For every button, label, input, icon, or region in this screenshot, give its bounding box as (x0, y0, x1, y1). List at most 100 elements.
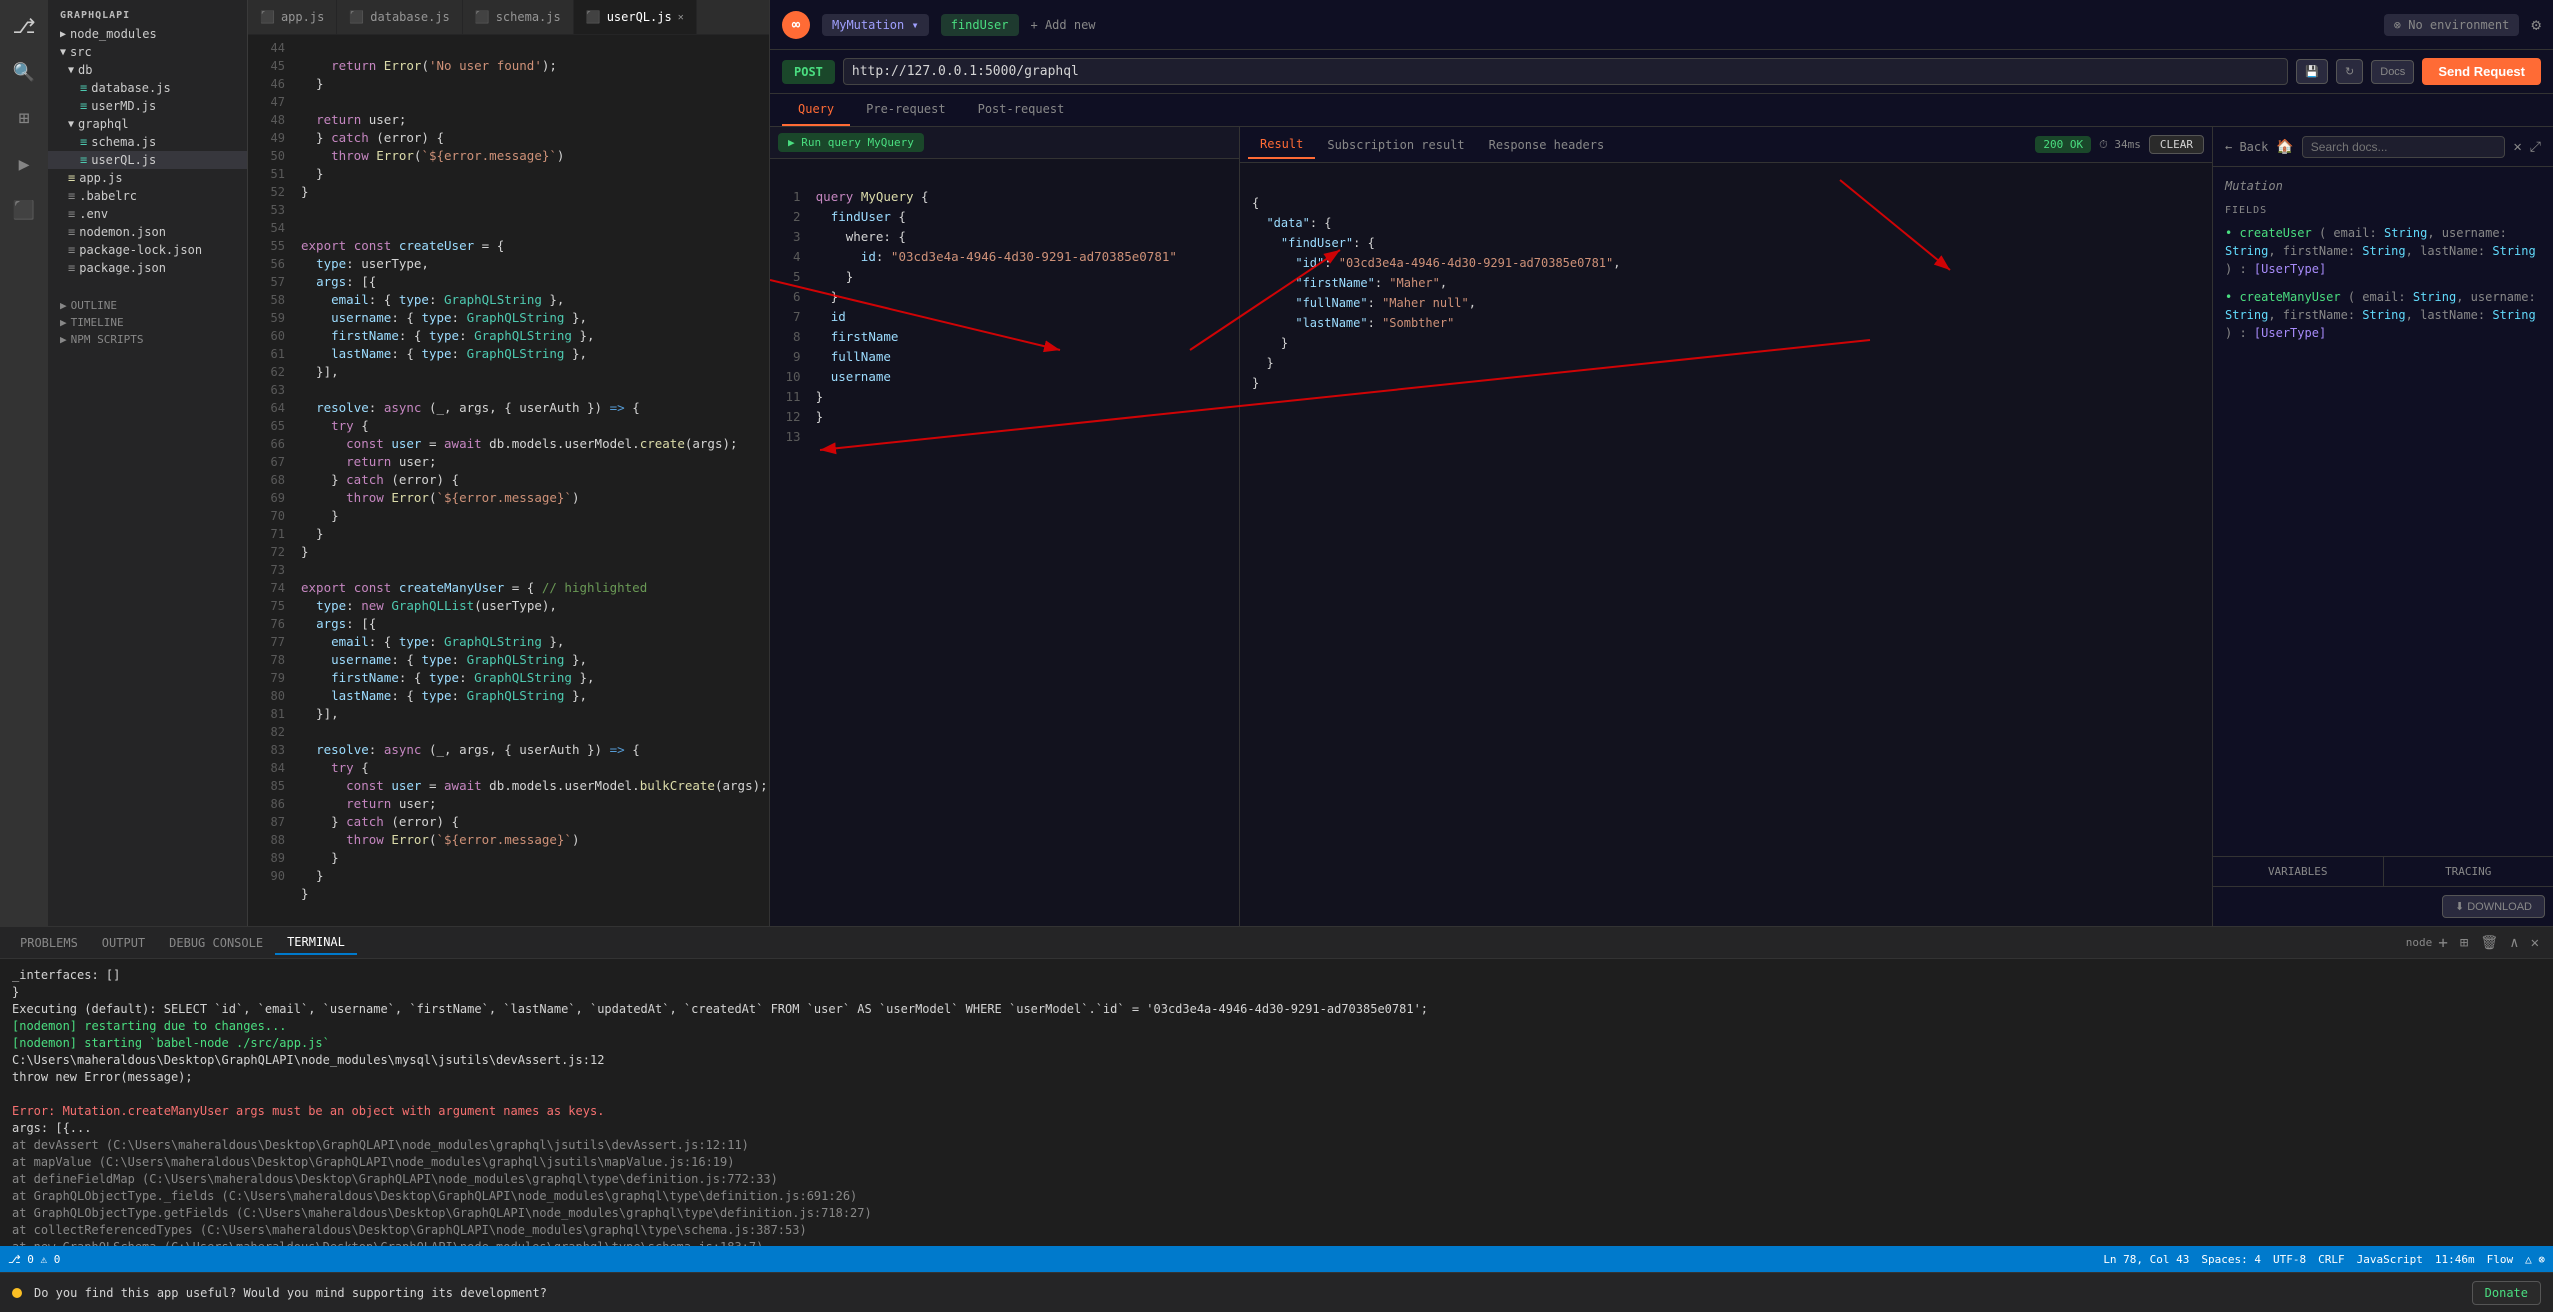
notification-dot (12, 1288, 22, 1298)
docs-panel: ← Back 🏠 ✕ ⤢ Mutation FIELDS • createUse… (2213, 127, 2553, 926)
tab-subscription[interactable]: Subscription result (1315, 132, 1476, 158)
status-language[interactable]: JavaScript (2357, 1253, 2423, 1266)
tab-output[interactable]: OUTPUT (90, 932, 157, 954)
tab-schema-js[interactable]: ⬛schema.js (463, 0, 574, 34)
request-bar: POST 💾 ↻ Docs Send Request (770, 50, 2553, 94)
method-badge[interactable]: POST (782, 60, 835, 84)
sidebar-item-database-js[interactable]: ≡ database.js (48, 79, 247, 97)
sidebar-item-node-modules[interactable]: ▶ node_modules (48, 25, 247, 43)
result-code-display: { "data": { "findUser": { "id": "03cd3e4… (1240, 163, 2212, 926)
sidebar-item-app-js[interactable]: ≡ app.js (48, 169, 247, 187)
variables-tracing-bar: VARIABLES TRACING (2213, 856, 2553, 886)
sidebar-item-userql-js[interactable]: ≡ userQL.js (48, 151, 247, 169)
sidebar-item-graphql[interactable]: ▼ graphql (48, 115, 247, 133)
download-button[interactable]: ⬇ DOWNLOAD (2442, 895, 2545, 918)
docs-button[interactable]: Docs (2371, 60, 2414, 84)
results-panel: Result Subscription result Response head… (1240, 127, 2213, 926)
tab-database-js[interactable]: ⬛database.js (337, 0, 462, 34)
tab-response-headers[interactable]: Response headers (1477, 132, 1617, 158)
code-lines[interactable]: return Error('No user found'); } return … (293, 35, 769, 926)
terminal-chevron-button[interactable]: ∧ (2504, 935, 2524, 951)
sidebar-item-babelrc[interactable]: ≡ .babelrc (48, 187, 247, 205)
terminal-node-label: node (2406, 936, 2433, 949)
query-toolbar: ▶ Run query MyQuery (770, 127, 1239, 159)
source-control-icon[interactable]: ⊞ (10, 104, 38, 132)
docs-mutation-label: Mutation (2225, 179, 2541, 193)
sidebar-section-npm[interactable]: ▶NPM SCRIPTS (48, 331, 247, 348)
terminal-line: } (12, 984, 2541, 1001)
terminal-line: at GraphQLObjectType._fields (C:\Users\m… (12, 1188, 2541, 1205)
tab-debug-console[interactable]: DEBUG CONSOLE (157, 932, 275, 954)
docs-header-bar: ← Back 🏠 ✕ ⤢ (2213, 127, 2553, 167)
terminal-split-button[interactable]: ⊞ (2454, 935, 2474, 951)
terminal-delete-button[interactable]: 🗑 (2474, 935, 2504, 951)
url-input[interactable] (843, 58, 2288, 85)
donate-button[interactable]: Donate (2472, 1281, 2541, 1305)
sidebar-item-package-json[interactable]: ≡ package.json (48, 259, 247, 277)
add-new-button[interactable]: + Add new (1031, 18, 1096, 32)
docs-search-input[interactable] (2302, 136, 2506, 158)
tab-userql-js[interactable]: ⬛userQL.js ✕ (574, 0, 697, 34)
terminal-line (12, 1086, 2541, 1103)
code-editor: ⬛app.js ⬛database.js ⬛schema.js ⬛userQL.… (248, 0, 769, 926)
api-header: ∞ MyMutation ▾ findUser + Add new ⊗ No e… (770, 0, 2553, 50)
activity-bar: ⎇ 🔍 ⊞ ▶ ⬛ (0, 0, 48, 926)
tab-problems[interactable]: PROBLEMS (8, 932, 90, 954)
api-logo: ∞ (782, 11, 810, 39)
line-numbers: 4445464748495051525354555657585960616263… (248, 35, 293, 926)
docs-create-many-user-field[interactable]: • createManyUser ( email: String, userna… (2225, 288, 2541, 342)
run-query-button[interactable]: ▶ Run query MyQuery (778, 133, 924, 152)
result-tabs-bar: Result Subscription result Response head… (1240, 127, 2212, 163)
sidebar-item-db[interactable]: ▼ db (48, 61, 247, 79)
tracing-tab[interactable]: TRACING (2384, 857, 2553, 886)
explorer-icon[interactable]: ⎇ (10, 12, 38, 40)
bottom-panel: PROBLEMS OUTPUT DEBUG CONSOLE TERMINAL n… (0, 926, 2553, 1246)
terminal-content[interactable]: _interfaces: [] } Executing (default): S… (0, 959, 2553, 1246)
docs-content-area: Mutation FIELDS • createUser ( email: St… (2213, 167, 2553, 856)
no-environment-dropdown[interactable]: ⊗ No environment (2384, 14, 2520, 36)
docs-create-user-field[interactable]: • createUser ( email: String, username: … (2225, 224, 2541, 278)
clear-button[interactable]: CLEAR (2149, 135, 2204, 154)
send-request-button[interactable]: Send Request (2422, 58, 2541, 85)
extensions-icon[interactable]: ⬛ (10, 196, 38, 224)
find-user-tab[interactable]: findUser (941, 14, 1019, 36)
query-code-editor[interactable]: 1 query MyQuery { 2 findUser { 3 where: … (770, 159, 1239, 926)
tab-pre-request[interactable]: Pre-request (850, 94, 961, 126)
docs-fields-header: FIELDS (2225, 205, 2541, 216)
tab-query[interactable]: Query (782, 94, 850, 126)
sidebar-item-env[interactable]: ≡ .env (48, 205, 247, 223)
docs-close-icon[interactable]: ✕ (2513, 139, 2521, 155)
sidebar-item-usermd-js[interactable]: ≡ userMD.js (48, 97, 247, 115)
terminal-add-button[interactable]: + (2432, 933, 2454, 952)
terminal-line: Executing (default): SELECT `id`, `email… (12, 1001, 2541, 1018)
refresh-button[interactable]: ↻ (2336, 59, 2363, 84)
sidebar-section-outline[interactable]: ▶OUTLINE (48, 297, 247, 314)
docs-expand-icon[interactable]: ⤢ (2530, 139, 2541, 155)
terminal-line: [nodemon] restarting due to changes... (12, 1018, 2541, 1035)
tab-terminal[interactable]: TERMINAL (275, 931, 357, 955)
sidebar-item-package-lock[interactable]: ≡ package-lock.json (48, 241, 247, 259)
mutation-tab[interactable]: MyMutation ▾ (822, 14, 929, 36)
tab-result[interactable]: Result (1248, 131, 1315, 159)
docs-back-button[interactable]: ← Back (2225, 140, 2268, 154)
tab-post-request[interactable]: Post-request (962, 94, 1081, 126)
sidebar-item-nodemon-json[interactable]: ≡ nodemon.json (48, 223, 247, 241)
api-panel: ∞ MyMutation ▾ findUser + Add new ⊗ No e… (770, 0, 2553, 926)
save-button[interactable]: 💾 (2296, 59, 2328, 84)
sidebar-header: GRAPHQLAPI (48, 0, 247, 25)
tab-app-js[interactable]: ⬛app.js (248, 0, 337, 34)
terminal-line: at mapValue (C:\Users\maheraldous\Deskto… (12, 1154, 2541, 1171)
terminal-close-button[interactable]: ✕ (2525, 935, 2545, 951)
variables-tab[interactable]: VARIABLES (2213, 857, 2384, 886)
search-icon[interactable]: 🔍 (10, 58, 38, 86)
sidebar-section-timeline[interactable]: ▶TIMELINE (48, 314, 247, 331)
settings-icon[interactable]: ⚙ (2531, 15, 2541, 34)
sidebar-item-src[interactable]: ▼ src (48, 43, 247, 61)
notification-bar: Do you find this app useful? Would you m… (0, 1272, 2553, 1312)
terminal-line: at defineFieldMap (C:\Users\maheraldous\… (12, 1171, 2541, 1188)
docs-home-icon[interactable]: 🏠 (2276, 139, 2293, 155)
git-branch-status[interactable]: ⎇ 0 ⚠ 0 (8, 1253, 60, 1266)
status-200-badge: 200 OK (2035, 136, 2091, 153)
sidebar-item-schema-js[interactable]: ≡ schema.js (48, 133, 247, 151)
debug-icon[interactable]: ▶ (10, 150, 38, 178)
